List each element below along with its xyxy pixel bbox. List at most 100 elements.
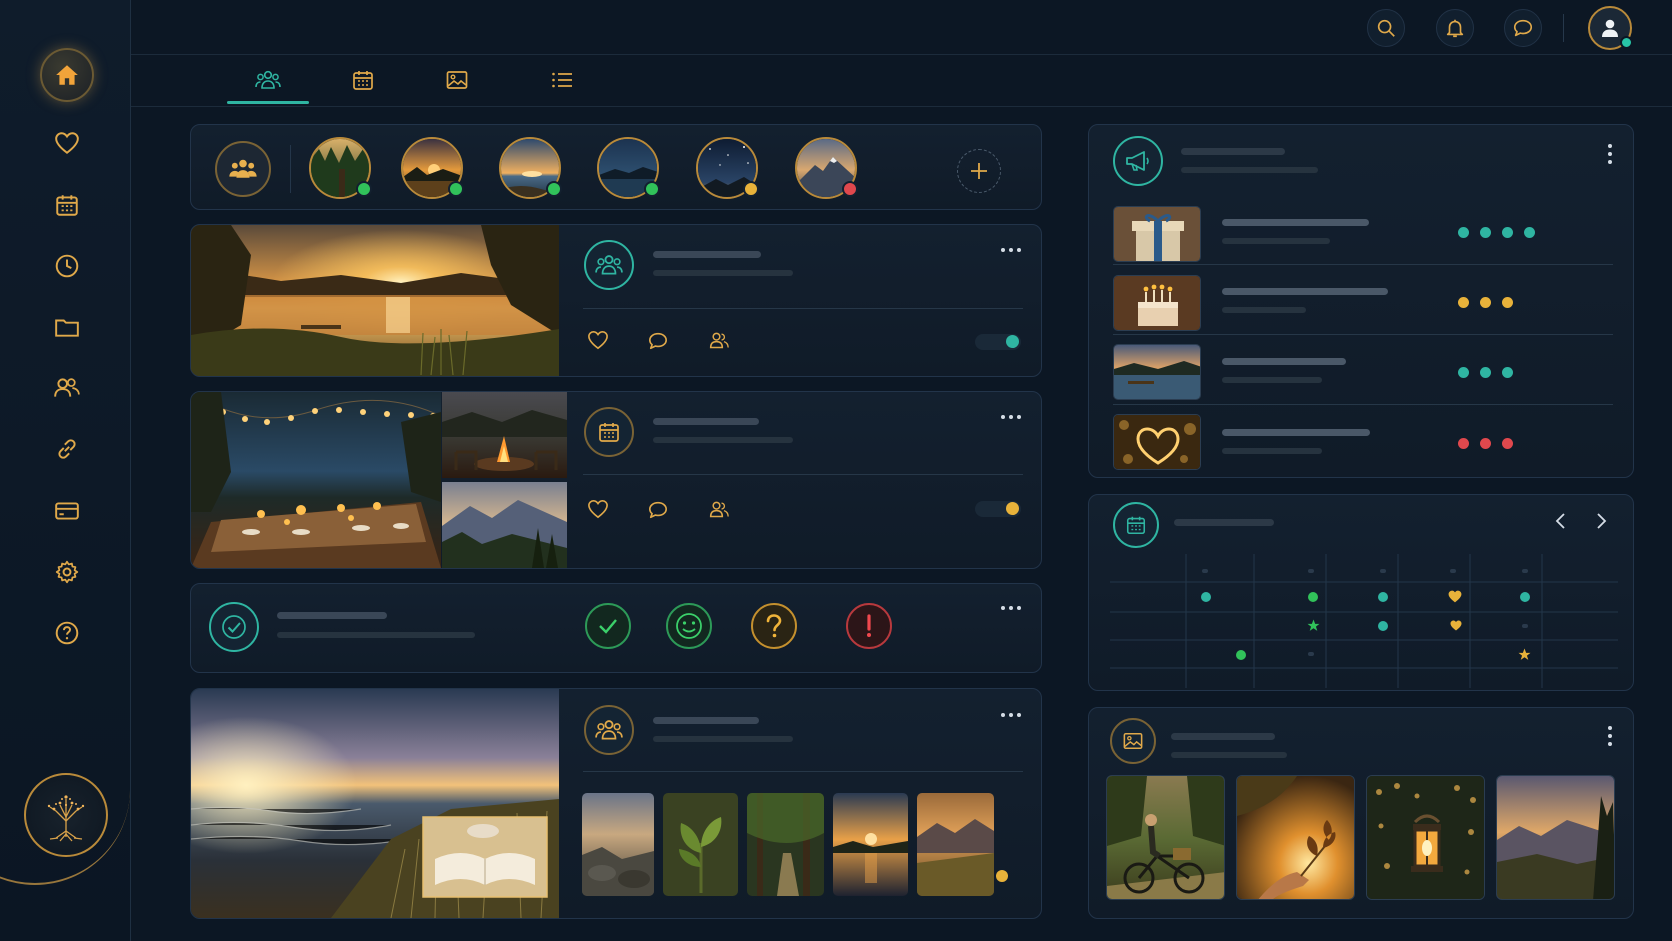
mood-option-done[interactable] (585, 603, 631, 649)
calendar-icon (56, 195, 78, 216)
post-more-button[interactable] (1001, 248, 1021, 252)
thumbnail-sprout[interactable] (663, 793, 738, 896)
post-photo-campfire[interactable] (442, 392, 567, 478)
clock-icon (55, 254, 79, 278)
calendar-star-marker (1518, 648, 1531, 660)
sidebar-item-payments[interactable] (50, 494, 84, 528)
announcement-status-dots (1458, 367, 1513, 378)
sidebar-item-people[interactable] (50, 371, 84, 405)
announcement-thumb-birthday-cake[interactable] (1113, 275, 1201, 331)
chat-icon (649, 501, 668, 519)
gallery-more-button[interactable] (1608, 726, 1612, 746)
announcement-thumb-lake-dock[interactable] (1113, 344, 1201, 400)
post-photo-dinner-party[interactable] (191, 392, 441, 568)
toolbar-divider (1563, 14, 1564, 42)
tab-photos[interactable] (416, 62, 498, 98)
sidebar-item-favorites[interactable] (50, 126, 84, 160)
calendar-icon (353, 71, 373, 90)
search-button[interactable] (1367, 9, 1405, 47)
announcement-subtitle-placeholder (1222, 307, 1306, 313)
sidebar-item-files[interactable] (50, 310, 84, 344)
calendar-event-dot (1378, 592, 1388, 602)
tab-list[interactable] (521, 62, 603, 98)
announcements-icon (1113, 136, 1163, 186)
gallery-photo-lantern[interactable] (1366, 775, 1485, 900)
thumbnail-rocky-shore[interactable] (582, 793, 654, 896)
sidebar-item-help[interactable] (50, 616, 84, 650)
thumbnail-lake-sunset[interactable] (833, 793, 908, 896)
mood-option-unsure[interactable] (751, 603, 797, 649)
stories-divider (290, 145, 291, 193)
tab-events[interactable] (322, 62, 404, 98)
sidebar-item-links[interactable] (50, 432, 84, 466)
heart-icon (55, 132, 79, 154)
photo-post-title-placeholder (653, 717, 759, 724)
announcement-subtitle-placeholder (1222, 448, 1322, 454)
users-icon (709, 332, 729, 349)
sidebar-item-home[interactable] (40, 48, 94, 102)
user-icon (1602, 19, 1618, 37)
image-icon (446, 71, 468, 89)
user-avatar[interactable] (1588, 6, 1633, 50)
photo-post-community-icon (584, 705, 634, 755)
like-button[interactable] (587, 330, 609, 350)
announcement-divider (1113, 334, 1613, 335)
share-with-people-button[interactable] (708, 499, 730, 519)
question-icon (766, 614, 782, 638)
group-icon (595, 255, 623, 275)
story-status-busy (842, 181, 858, 197)
story-status-online (356, 181, 372, 197)
calendar-event-dot (1378, 621, 1388, 631)
comment-button[interactable] (647, 500, 669, 520)
group-icon (255, 70, 281, 89)
notifications-button[interactable] (1436, 9, 1474, 47)
gallery-subtitle-placeholder (1171, 752, 1287, 758)
calendar-heart-marker (1448, 590, 1462, 603)
announcement-divider (1113, 264, 1613, 265)
messages-button[interactable] (1504, 9, 1542, 47)
calendar-star-marker (1307, 619, 1320, 631)
thumbnail-forest-path[interactable] (747, 793, 824, 896)
calendar-event-dot (1236, 650, 1246, 660)
post-photo-sunset-lake[interactable] (191, 225, 559, 376)
calendar-prev-button[interactable] (1553, 511, 1569, 531)
tab-community[interactable] (227, 62, 309, 104)
sidebar-item-settings[interactable] (50, 555, 84, 589)
link-icon (58, 439, 76, 459)
sidebar-item-calendar[interactable] (50, 188, 84, 222)
gallery-photo-mountain-sunset[interactable] (1496, 775, 1615, 900)
event-toggle[interactable] (975, 501, 1021, 517)
mood-option-alert[interactable] (846, 603, 892, 649)
post-photo-mountain-valley[interactable] (442, 482, 567, 568)
story-group-button[interactable] (215, 141, 271, 197)
share-with-people-button[interactable] (708, 330, 730, 350)
post-toggle[interactable] (975, 334, 1021, 350)
calendar-next-button[interactable] (1593, 511, 1609, 531)
story-status-away (743, 181, 759, 197)
mood-option-happy[interactable] (666, 603, 712, 649)
megaphone-icon (1126, 151, 1149, 171)
announcements-more-button[interactable] (1608, 144, 1612, 164)
home-icon (56, 65, 78, 85)
announcement-thumb-gift[interactable] (1113, 206, 1201, 262)
announcement-thumb-glowing-heart[interactable] (1113, 414, 1201, 470)
list-icon (552, 72, 572, 88)
online-status-indicator (1620, 36, 1633, 49)
calendar-icon (1126, 516, 1146, 535)
thumbnail-meadow-mountains[interactable] (917, 793, 994, 896)
add-story-button[interactable] (957, 149, 1001, 193)
app-logo[interactable] (24, 773, 108, 857)
mood-more-button[interactable] (1001, 606, 1021, 610)
image-icon (1123, 732, 1143, 750)
gallery-photo-leaf-sunlight[interactable] (1236, 775, 1355, 900)
sidebar-item-history[interactable] (50, 249, 84, 283)
like-button[interactable] (587, 499, 609, 519)
photo-post-more-button[interactable] (1001, 713, 1021, 717)
search-icon (1377, 19, 1395, 37)
comment-button[interactable] (647, 331, 669, 351)
gallery-photo-cyclist-meadow[interactable] (1106, 775, 1225, 900)
event-more-button[interactable] (1001, 415, 1021, 419)
check-circle-icon (222, 615, 246, 639)
post-photo-beach-book[interactable] (191, 689, 559, 918)
calendar-title-placeholder (1174, 519, 1274, 526)
